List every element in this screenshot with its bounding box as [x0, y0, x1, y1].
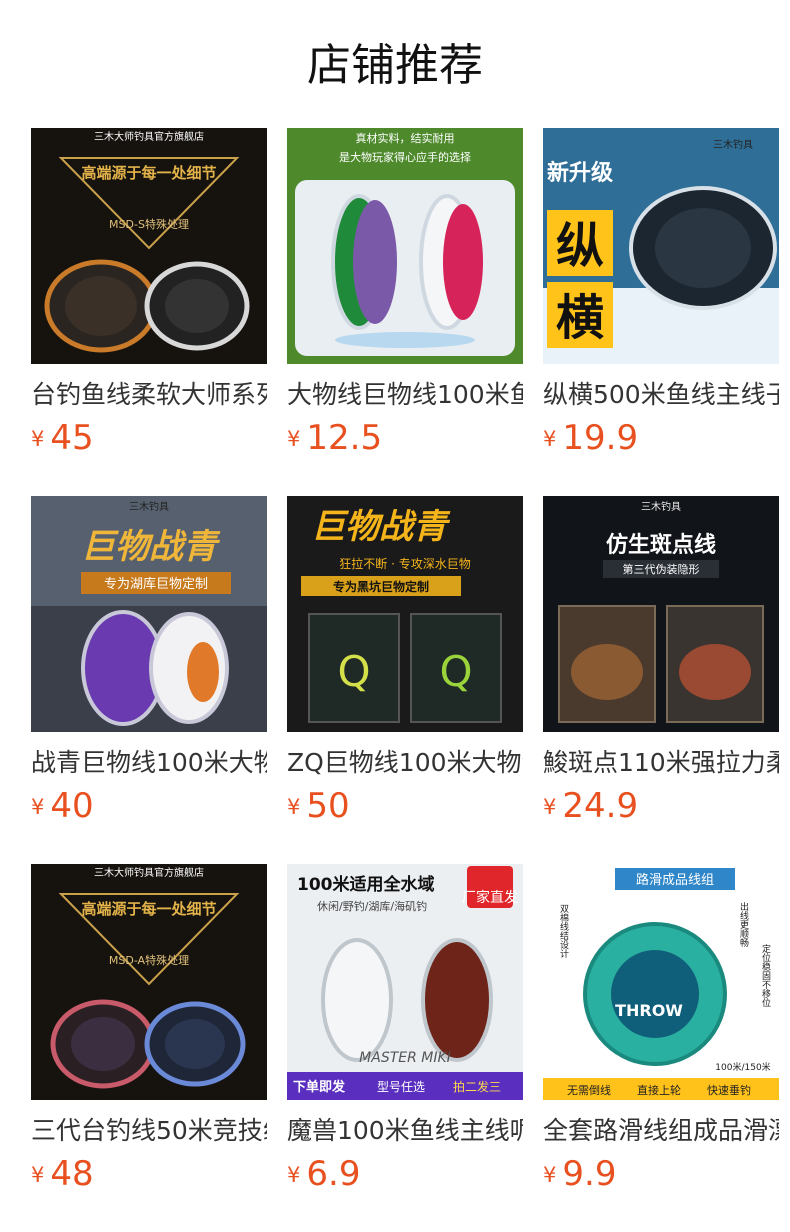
currency-symbol: ¥ [287, 1163, 301, 1187]
image-caption: MSD-A特殊处理 [109, 953, 189, 967]
currency-symbol: ¥ [287, 795, 301, 819]
product-price: ¥6.9 [287, 1152, 360, 1196]
image-caption: 厂家直发 [462, 889, 518, 906]
product-name[interactable]: 魔兽100米鱼线主线呢 [287, 1113, 523, 1149]
image-caption: 出线更顺畅 [738, 901, 749, 948]
product-card[interactable]: 三木钓具 仿生斑点线 第三代伪装隐形 鮻斑点110米强拉力柔软 ¥24.9 [543, 496, 779, 836]
svg-text:Q: Q [439, 647, 472, 696]
product-image[interactable]: 三木钓具 巨物战青 专为湖库巨物定制 [31, 496, 267, 732]
product-image[interactable]: 100米适用全水域 休闲/野钓/湖库/海矶钓 厂家直发 MASTER MIKI … [287, 864, 523, 1100]
product-image[interactable]: 三木大师钓具官方旗舰店 高端源于每一处细节 MSD-A特殊处理 [31, 864, 267, 1100]
image-caption: 高端源于每一处细节 [81, 900, 216, 918]
product-price: ¥45 [31, 416, 94, 460]
product-card[interactable]: 三木大师钓具官方旗舰店 高端源于每一处细节 MSD-S特殊处理 台钓鱼线柔软大师… [31, 128, 267, 468]
product-name[interactable]: 鮻斑点110米强拉力柔软 [543, 745, 779, 781]
product-name[interactable]: 台钓鱼线柔软大师系列 [31, 377, 267, 413]
currency-symbol: ¥ [543, 795, 557, 819]
image-caption: 新升级 [547, 160, 613, 186]
product-image[interactable]: 三木大师钓具官方旗舰店 高端源于每一处细节 MSD-S特殊处理 [31, 128, 267, 364]
image-caption: 三木大师钓具官方旗舰店 [94, 866, 204, 879]
image-caption: 100米/150米 [715, 1061, 770, 1073]
price-amount: 12.5 [306, 418, 383, 458]
image-caption: 三木钓具 [641, 500, 681, 513]
product-card[interactable]: 100米适用全水域 休闲/野钓/湖库/海矶钓 厂家直发 MASTER MIKI … [287, 864, 523, 1204]
currency-symbol: ¥ [287, 427, 301, 451]
image-caption: 三木钓具 [713, 138, 753, 151]
price-amount: 19.9 [562, 418, 639, 458]
product-price: ¥19.9 [543, 416, 638, 460]
product-price: ¥48 [31, 1152, 94, 1196]
image-caption: 三木钓具 [129, 500, 169, 513]
image-caption: 第三代伪装隐形 [623, 562, 700, 576]
image-caption: 直接上轮 [637, 1083, 681, 1097]
image-caption: 高端源于每一处细节 [81, 164, 216, 182]
product-card[interactable]: 三木钓具 巨物战青 专为湖库巨物定制 战青巨物线100米大物线 ¥40 [31, 496, 267, 836]
product-image[interactable]: 巨物战青 狂拉不断 · 专攻深水巨物 专为黑坑巨物定制 Q Q [287, 496, 523, 732]
product-image[interactable]: 三木钓具 仿生斑点线 第三代伪装隐形 [543, 496, 779, 732]
product-name[interactable]: 大物线巨物线100米鱼线 [287, 377, 523, 413]
product-card[interactable]: 真材实料，结实耐用 是大物玩家得心应手的选择 大物线巨物线100米鱼线 ¥12.… [287, 128, 523, 468]
image-caption: MSD-S特殊处理 [109, 217, 189, 231]
image-caption: 是大物玩家得心应手的选择 [339, 150, 471, 164]
product-card[interactable]: 三木大师钓具官方旗舰店 高端源于每一处细节 MSD-A特殊处理 三代台钓线50米… [31, 864, 267, 1204]
image-caption: 纵 [556, 218, 604, 274]
image-caption: 横 [556, 290, 604, 346]
price-amount: 24.9 [562, 786, 639, 826]
image-caption: 型号任选 [377, 1080, 425, 1094]
product-name[interactable]: 战青巨物线100米大物线 [31, 745, 267, 781]
image-caption: 专为湖库巨物定制 [104, 576, 208, 592]
currency-symbol: ¥ [543, 1163, 557, 1187]
price-amount: 9.9 [562, 1154, 617, 1194]
product-image[interactable]: 新升级 三木钓具 纵 横 [543, 128, 779, 364]
product-image[interactable]: 路滑成品线组 双棉线结设计 出线更顺畅 定位稳固不移位 THROW 100米/1… [543, 864, 779, 1100]
currency-symbol: ¥ [543, 427, 557, 451]
product-name[interactable]: ZQ巨物线100米大物线 [287, 745, 523, 781]
currency-symbol: ¥ [31, 795, 45, 819]
product-name[interactable]: 三代台钓线50米竞技线 [31, 1113, 267, 1149]
currency-symbol: ¥ [31, 1163, 45, 1187]
image-caption: 专为黑坑巨物定制 [333, 579, 429, 594]
price-amount: 45 [50, 418, 94, 458]
image-caption: 双棉线结设计 [558, 904, 569, 959]
image-caption: 休闲/野钓/湖库/海矶钓 [317, 899, 427, 913]
product-card[interactable]: 巨物战青 狂拉不断 · 专攻深水巨物 专为黑坑巨物定制 Q Q ZQ巨物线100… [287, 496, 523, 836]
product-image[interactable]: 真材实料，结实耐用 是大物玩家得心应手的选择 [287, 128, 523, 364]
svg-text:Q: Q [337, 647, 370, 696]
image-caption: 下单即发 [293, 1079, 346, 1095]
price-amount: 40 [50, 786, 94, 826]
product-card[interactable]: 路滑成品线组 双棉线结设计 出线更顺畅 定位稳固不移位 THROW 100米/1… [543, 864, 779, 1204]
image-caption: 无需倒线 [567, 1083, 611, 1097]
product-grid: 三木大师钓具官方旗舰店 高端源于每一处细节 MSD-S特殊处理 台钓鱼线柔软大师… [0, 0, 790, 1232]
image-caption: 巨物战青 [81, 527, 221, 567]
product-price: ¥24.9 [543, 784, 638, 828]
price-amount: 48 [50, 1154, 94, 1194]
product-price: ¥40 [31, 784, 94, 828]
image-caption: MASTER MIKI [359, 1050, 451, 1066]
currency-symbol: ¥ [31, 427, 45, 451]
product-price: ¥50 [287, 784, 350, 828]
image-caption: 100米适用全水域 [297, 874, 435, 895]
image-caption: 路滑成品线组 [636, 872, 714, 888]
image-caption: 狂拉不断 · 专攻深水巨物 [339, 556, 470, 571]
image-caption: 巨物战青 [311, 507, 451, 547]
image-caption: THROW [615, 1001, 683, 1020]
price-amount: 50 [306, 786, 350, 826]
image-caption: 真材实料，结实耐用 [356, 131, 455, 145]
image-caption: 拍二发三 [453, 1079, 501, 1094]
image-caption: 三木大师钓具官方旗舰店 [94, 130, 204, 143]
price-amount: 6.9 [306, 1154, 361, 1194]
product-price: ¥9.9 [543, 1152, 616, 1196]
image-caption: 仿生斑点线 [606, 532, 716, 558]
product-name[interactable]: 全套路滑线组成品滑漂 [543, 1113, 779, 1149]
image-caption: 快速垂钓 [707, 1083, 751, 1097]
product-price: ¥12.5 [287, 416, 382, 460]
product-name[interactable]: 纵横500米鱼线主线子线 [543, 377, 779, 413]
product-card[interactable]: 新升级 三木钓具 纵 横 纵横500米鱼线主线子线 ¥19.9 [543, 128, 779, 468]
image-caption: 定位稳固不移位 [760, 943, 771, 1008]
